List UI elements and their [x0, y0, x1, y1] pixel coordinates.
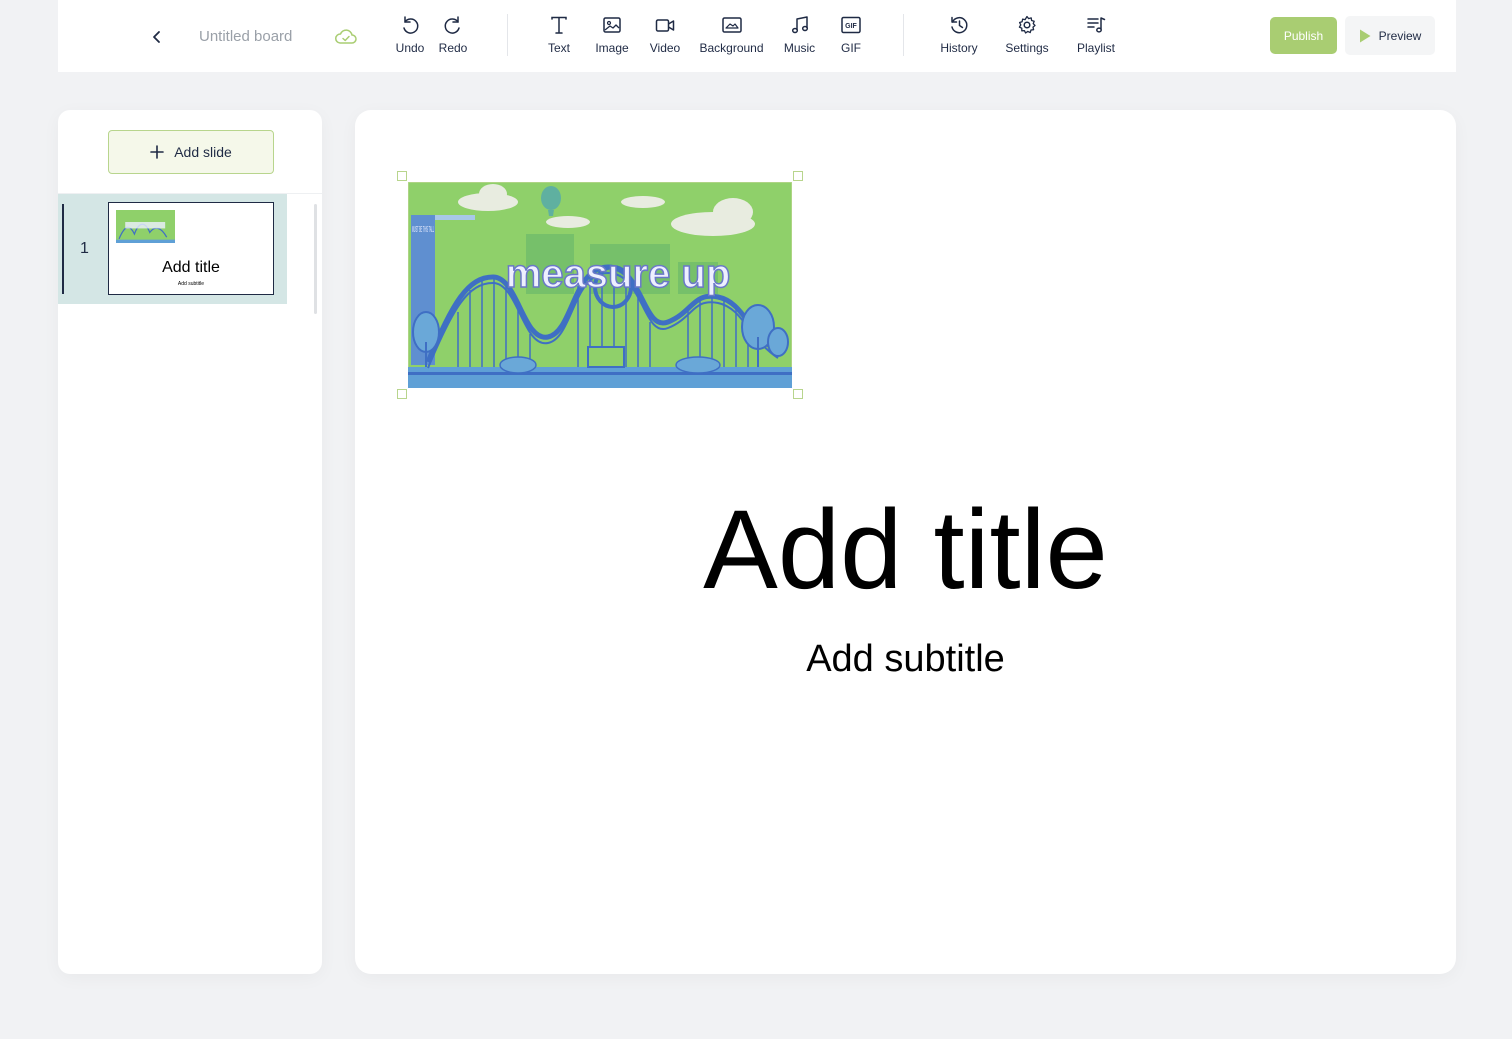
image-tool-label: Image — [595, 41, 629, 55]
gif-icon: GIF — [841, 16, 861, 34]
board-title[interactable]: Untitled board — [199, 28, 292, 45]
video-tool-label: Video — [649, 41, 681, 55]
background-tool-button[interactable]: Background — [698, 14, 765, 60]
gear-icon — [1018, 15, 1036, 34]
selected-image-element[interactable]: MUST BE THIS TALL measure up — [408, 182, 792, 388]
play-icon — [1359, 29, 1371, 42]
thumbnail-title: Add title — [162, 259, 220, 276]
chevron-left-icon — [153, 31, 160, 43]
measure-up-image: MUST BE THIS TALL measure up — [408, 182, 792, 388]
text-tool-button[interactable]: Text — [544, 14, 574, 60]
history-icon — [951, 16, 968, 34]
slide-canvas[interactable]: MUST BE THIS TALL measure up Add title A… — [355, 110, 1456, 974]
slide-title[interactable]: Add title — [355, 488, 1456, 611]
toolbar-divider — [903, 14, 904, 56]
thumbnail-image — [116, 210, 175, 243]
slide-subtitle[interactable]: Add subtitle — [355, 638, 1456, 681]
music-tool-label: Music — [783, 41, 816, 55]
gif-tool-button[interactable]: GIF GIF — [838, 14, 864, 60]
slides-scrollbar[interactable] — [314, 204, 317, 314]
video-tool-button[interactable]: Video — [648, 14, 682, 60]
image-icon — [603, 17, 621, 33]
resize-handle-top-left[interactable] — [397, 171, 407, 181]
slide-thumbnail[interactable]: Add title Add subtitle — [108, 202, 274, 295]
must-be-this-tall-text: MUST BE THIS TALL — [412, 225, 434, 234]
undo-button[interactable]: Undo — [394, 14, 426, 60]
text-icon — [551, 16, 567, 34]
measure-up-text: measure up — [506, 252, 731, 296]
top-toolbar: Untitled board Undo Redo Text Image Vide… — [58, 0, 1456, 72]
redo-button[interactable]: Redo — [438, 14, 468, 60]
add-slide-label: Add slide — [174, 144, 232, 160]
publish-label: Publish — [1283, 28, 1324, 43]
settings-button[interactable]: Settings — [1004, 14, 1050, 60]
slides-panel: Add slide 1 Add title Add subtitle — [58, 110, 322, 974]
slide-number: 1 — [80, 240, 89, 257]
back-button[interactable] — [144, 24, 170, 50]
history-button[interactable]: History — [938, 14, 980, 60]
undo-icon — [403, 16, 419, 34]
slide-list-item[interactable]: 1 Add title Add subtitle — [58, 194, 287, 304]
cloud-check-icon — [335, 29, 357, 44]
playlist-button[interactable]: Playlist — [1075, 14, 1117, 60]
music-icon — [791, 16, 808, 34]
add-slide-button[interactable]: Add slide — [108, 130, 274, 174]
active-slide-marker — [62, 204, 64, 294]
background-tool-label: Background — [699, 41, 764, 55]
redo-label: Redo — [438, 41, 468, 55]
background-icon — [721, 17, 742, 33]
image-tool-button[interactable]: Image — [593, 14, 631, 60]
undo-label: Undo — [395, 41, 425, 55]
thumbnail-subtitle: Add subtitle — [177, 281, 205, 287]
plus-icon — [150, 145, 165, 159]
playlist-icon — [1087, 17, 1106, 33]
toolbar-divider — [507, 14, 508, 56]
text-tool-label: Text — [547, 41, 570, 55]
video-icon — [655, 19, 675, 32]
publish-button[interactable]: Publish — [1270, 17, 1337, 54]
resize-handle-bottom-left[interactable] — [397, 389, 407, 399]
history-label: History — [940, 41, 978, 55]
music-tool-button[interactable]: Music — [782, 14, 817, 60]
settings-label: Settings — [1005, 41, 1049, 55]
resize-handle-bottom-right[interactable] — [793, 389, 803, 399]
redo-icon — [444, 16, 460, 34]
playlist-label: Playlist — [1076, 41, 1115, 55]
preview-button[interactable]: Preview — [1345, 16, 1435, 55]
preview-label: Preview — [1378, 28, 1422, 43]
resize-handle-top-right[interactable] — [793, 171, 803, 181]
gif-tool-label: GIF — [841, 41, 861, 55]
gif-glyph-text: GIF — [845, 23, 857, 30]
